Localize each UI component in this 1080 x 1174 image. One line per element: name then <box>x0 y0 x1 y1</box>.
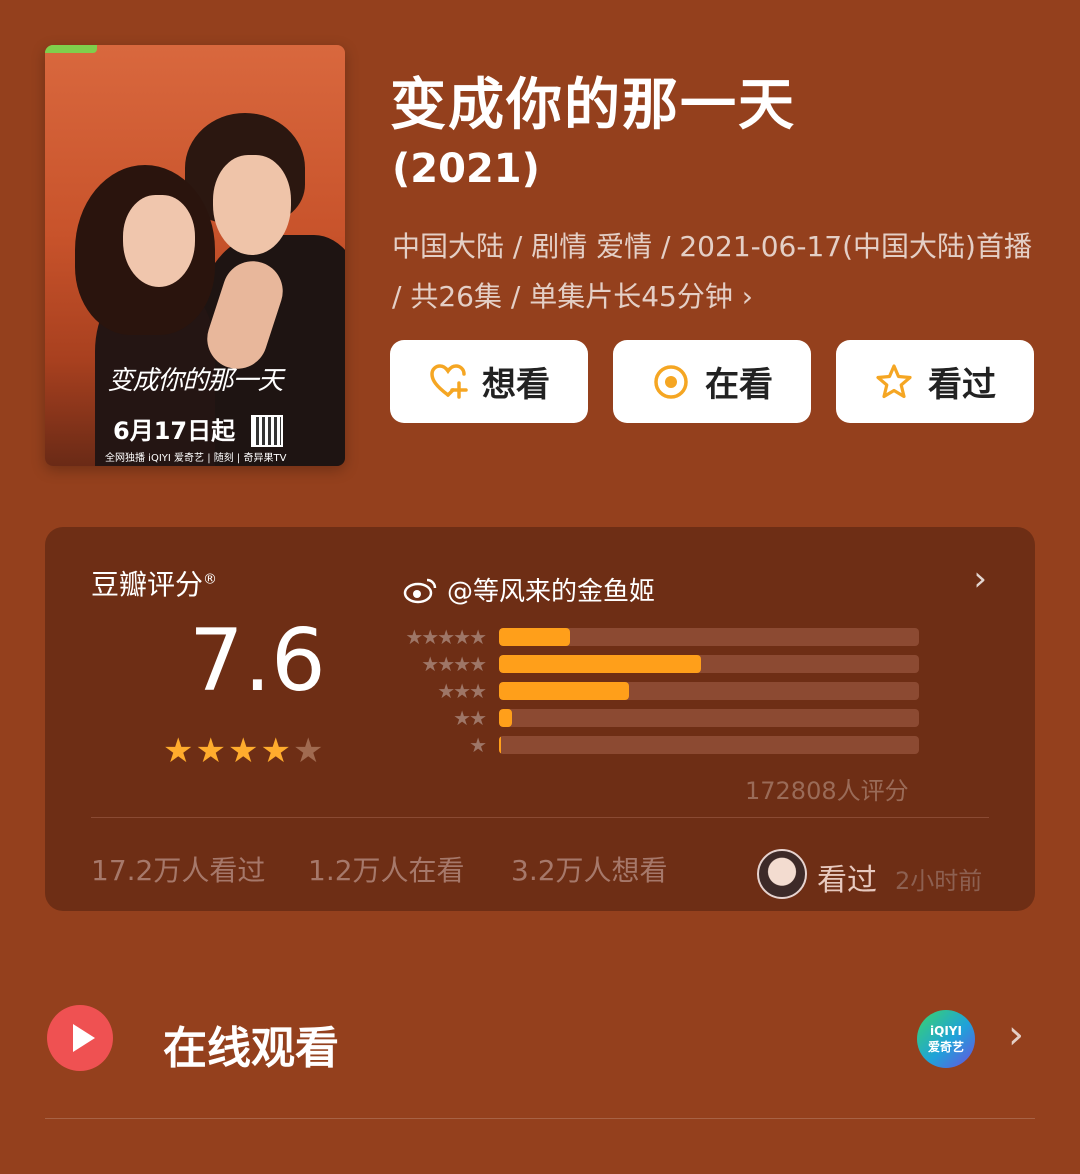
rating-bar-fill <box>499 628 571 646</box>
star-icon: ★ <box>195 731 228 771</box>
rating-bar-track <box>499 628 919 646</box>
star-icon: ★ <box>163 731 196 771</box>
divider <box>45 1118 1035 1119</box>
rating-bar-row: ★★★ <box>375 679 919 703</box>
iqiyi-logo[interactable]: iQIYI 爱奇艺 <box>917 1010 975 1068</box>
want-to-watch-button[interactable]: 想看 <box>390 340 588 423</box>
rating-bar-fill <box>499 736 502 754</box>
rating-bar-stars: ★★★★★ <box>405 625 487 649</box>
stat-want: 3.2万人想看 <box>511 854 668 887</box>
release-year: (2021) <box>392 146 540 192</box>
rating-label: 豆瓣评分® <box>91 568 218 601</box>
rating-bar-fill <box>499 655 701 673</box>
rating-stars: ★★★★★ <box>163 731 325 771</box>
watched-label: 看过 <box>928 365 996 405</box>
play-icon[interactable] <box>47 1005 113 1071</box>
chevron-right-icon: › <box>741 280 753 313</box>
rating-bar-stars: ★★★★ <box>421 652 487 676</box>
chevron-right-icon[interactable]: › <box>1008 1012 1024 1058</box>
watching-label: 在看 <box>705 365 773 405</box>
stat-watched: 17.2万人看过 <box>91 854 266 887</box>
star-icon: ★ <box>227 731 261 771</box>
rating-bar-row: ★★★★ <box>375 652 919 676</box>
weibo-watermark: @等风来的金鱼姬 <box>403 571 655 608</box>
rating-bar-fill <box>499 709 512 727</box>
weibo-handle: @等风来的金鱼姬 <box>447 577 656 607</box>
rating-bar-track <box>499 709 919 727</box>
page-title: 变成你的那一天 <box>390 73 796 138</box>
stat-watching: 1.2万人在看 <box>308 854 465 887</box>
rating-bar-row: ★★★★★ <box>375 625 919 649</box>
star-icon: ★ <box>292 731 326 771</box>
star-outline-icon <box>876 363 912 398</box>
target-circle-icon <box>654 364 688 399</box>
rating-bar-row: ★★ <box>375 706 919 730</box>
rating-panel[interactable]: 豆瓣评分® @等风来的金鱼姬 › 7.6 ★★★★★ ★★★★★ ★★★★ ★★★ ★… <box>45 527 1035 911</box>
rating-bar-track <box>499 655 919 673</box>
heart-plus-icon <box>430 363 468 399</box>
watching-button[interactable]: 在看 <box>613 340 811 423</box>
rating-count: 172808人评分 <box>745 777 909 805</box>
want-to-watch-label: 想看 <box>482 365 550 405</box>
friend-action: 看过 <box>817 863 877 898</box>
rating-bar-track <box>499 682 919 700</box>
rating-bar-stars: ★★ <box>453 706 487 730</box>
friend-avatar[interactable] <box>757 849 807 899</box>
divider <box>91 817 989 818</box>
poster-qr-code <box>251 415 283 447</box>
poster-corner-badge <box>45 45 97 53</box>
rating-score: 7.6 <box>189 611 326 711</box>
watched-button[interactable]: 看过 <box>836 340 1034 423</box>
rating-bar-row: ★ <box>375 733 919 757</box>
poster-figure <box>123 195 195 287</box>
meta-info[interactable]: 中国大陆 / 剧情 爱情 / 2021-06-17(中国大陆)首播 / 共26集… <box>392 222 1032 322</box>
star-icon: ★ <box>260 731 293 771</box>
rating-bar-track <box>499 736 919 754</box>
chevron-right-icon[interactable]: › <box>973 559 987 599</box>
online-watch-label[interactable]: 在线观看 <box>163 1012 339 1076</box>
rating-bar-stars: ★ <box>469 733 487 757</box>
poster-date: 6月17日起 <box>113 417 236 445</box>
meta-text: 中国大陆 / 剧情 爱情 / 2021-06-17(中国大陆)首播 / 共26集… <box>392 230 1032 313</box>
rating-bar-stars: ★★★ <box>437 679 487 703</box>
poster-image[interactable]: 变成你的那一天 6月17日起 全网独播 iQIYI 爱奇艺 | 随刻 | 奇异果… <box>45 45 345 466</box>
weibo-icon <box>403 578 437 603</box>
friend-time: 2小时前 <box>895 867 983 895</box>
rating-bar-fill <box>499 682 630 700</box>
poster-figure <box>213 155 291 255</box>
poster-title-art: 变成你的那一天 <box>107 366 283 396</box>
poster-platforms: 全网独播 iQIYI 爱奇艺 | 随刻 | 奇异果TV <box>105 453 287 464</box>
